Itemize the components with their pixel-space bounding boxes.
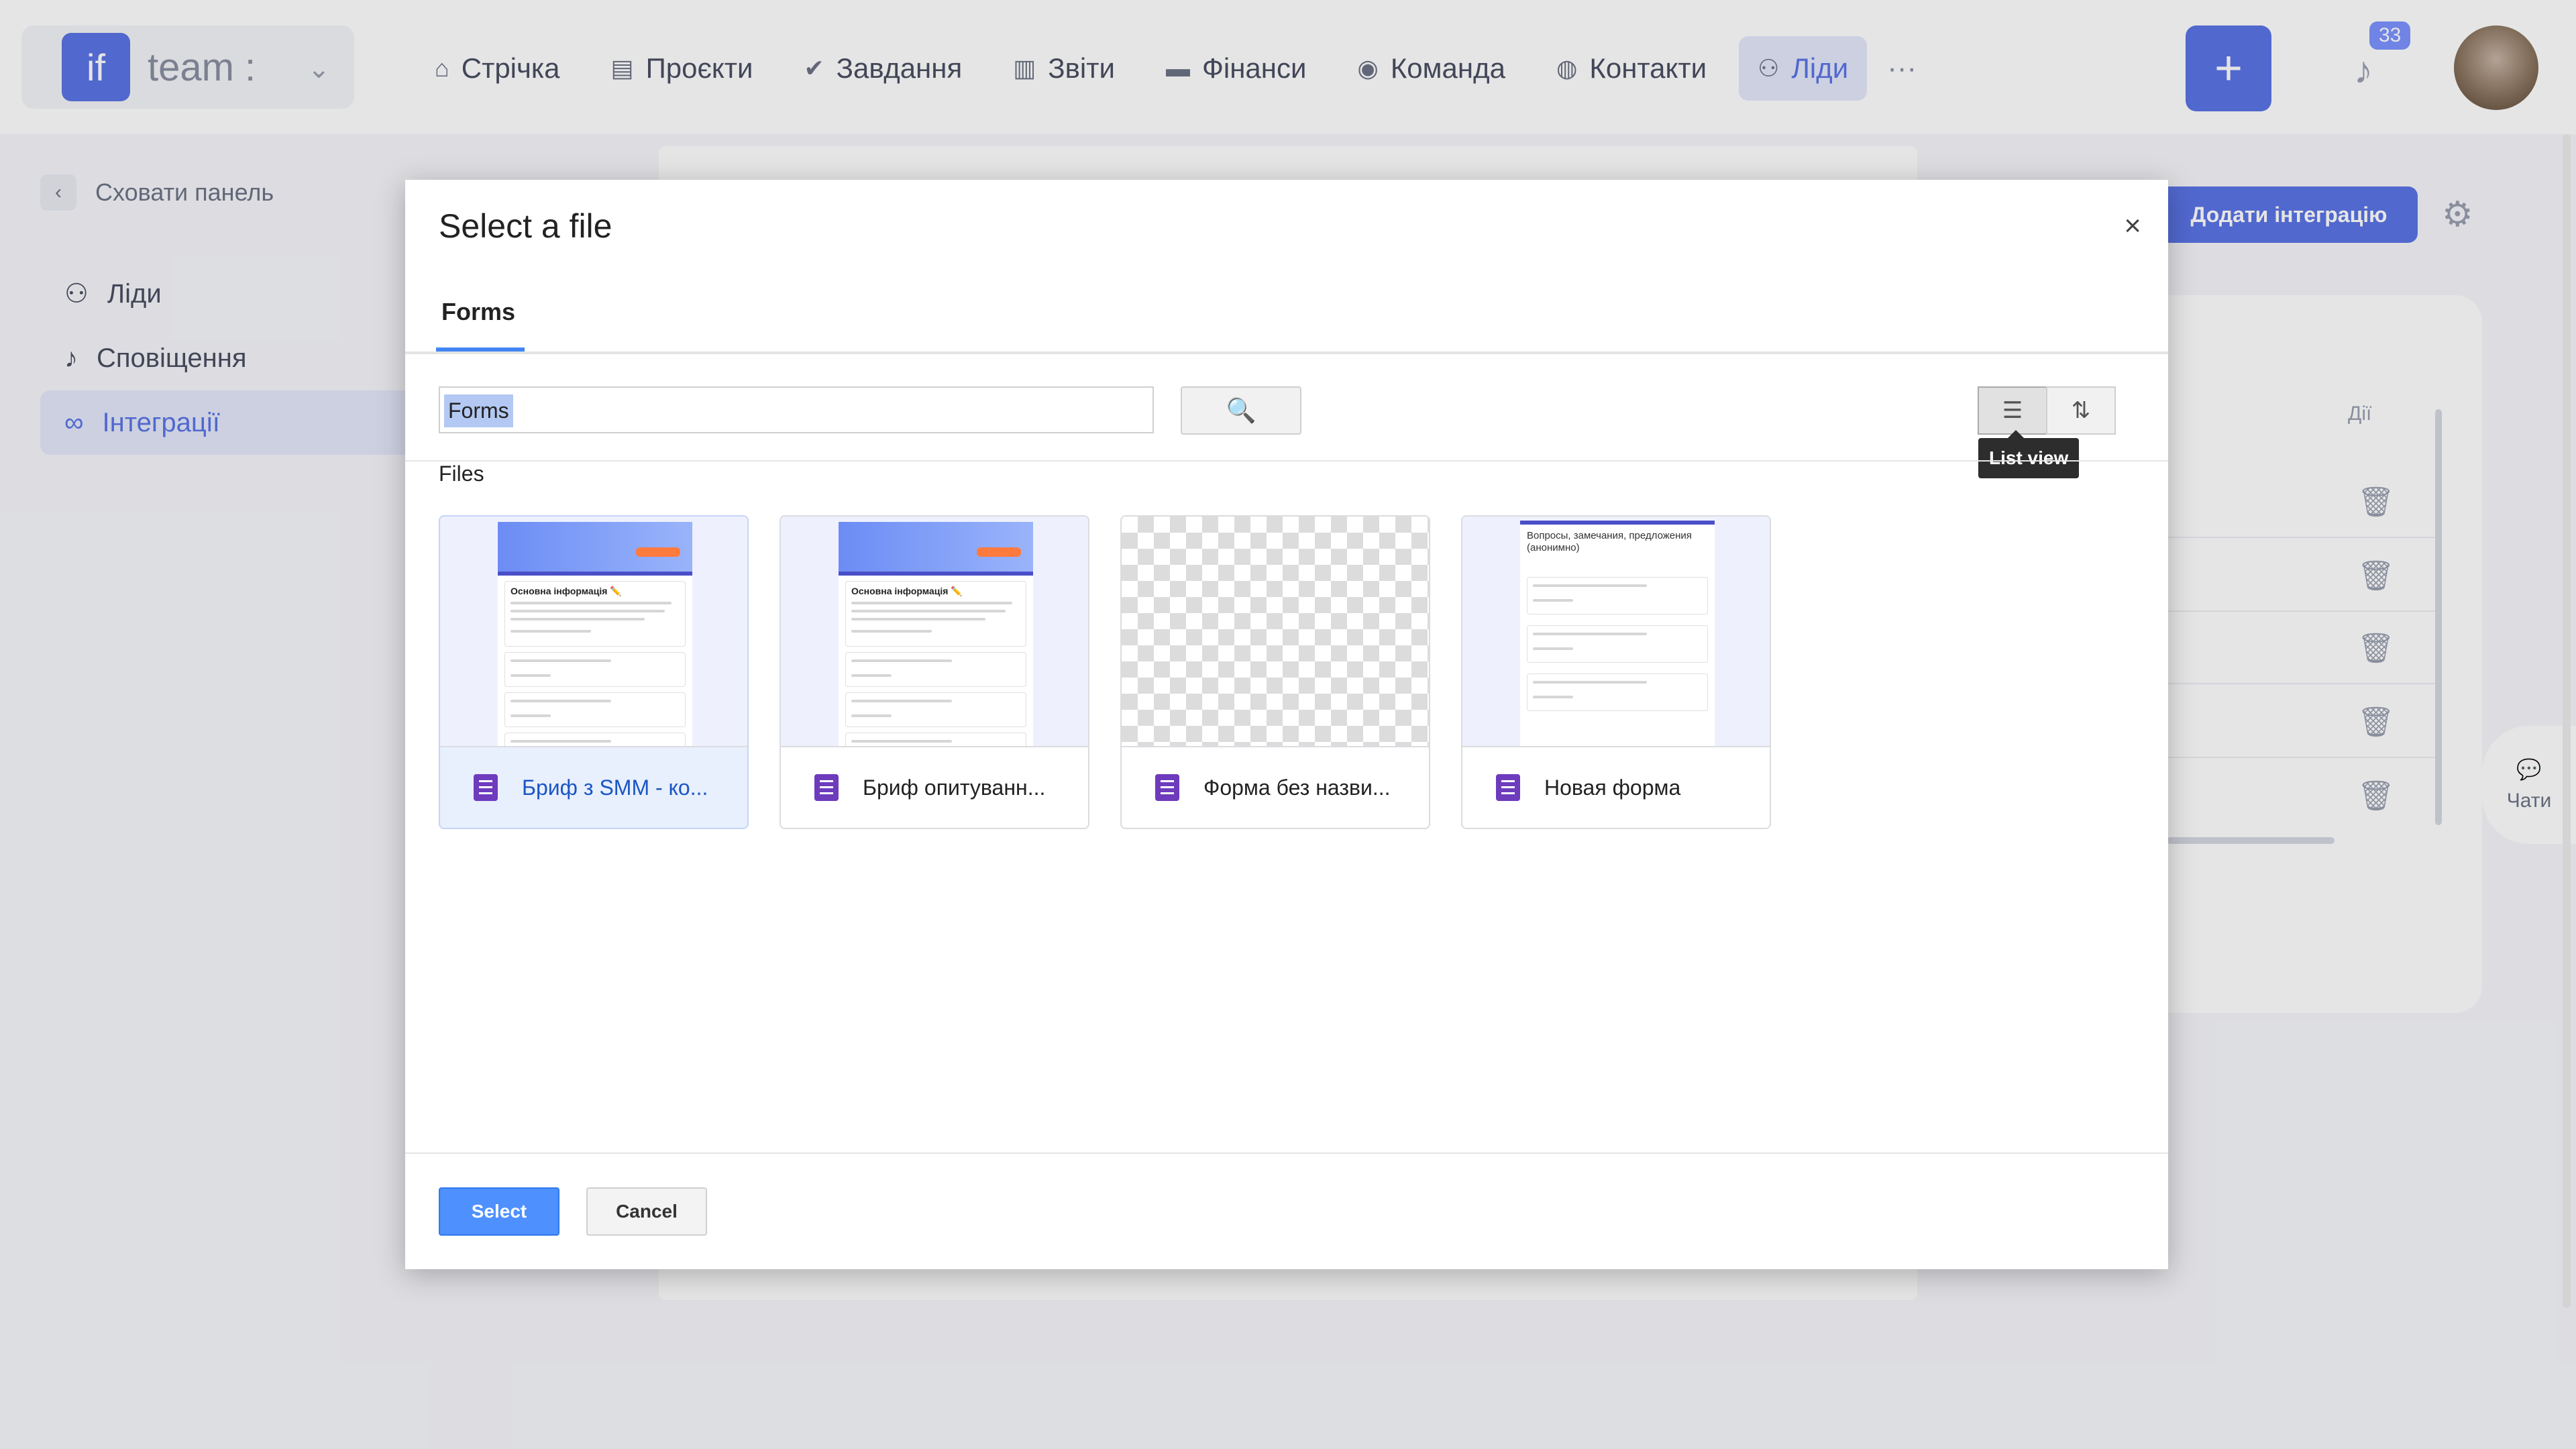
form-header-bar: [839, 572, 1033, 576]
thumb-line: [511, 618, 645, 621]
form-preview: Вопросы, замечания, предложения (анонимн…: [1520, 521, 1715, 746]
thumb-line: [851, 618, 985, 621]
form-banner: [498, 522, 692, 572]
list-view-icon: ☰: [2002, 398, 2023, 423]
form-section: Основна інформація ✏️: [845, 581, 1026, 647]
thumb-line: [851, 659, 952, 662]
file-card[interactable]: Форма без назви...: [1120, 515, 1430, 829]
form-question: [1527, 625, 1708, 663]
list-view-button[interactable]: ☰: [1978, 386, 2047, 435]
form-preview: Основна інформація ✏️: [498, 522, 692, 746]
file-card[interactable]: Основна інформація ✏️ Бриф опитуванн...: [780, 515, 1089, 829]
form-header-bar: [498, 572, 692, 576]
search-button[interactable]: 🔍: [1181, 386, 1301, 435]
file-card-footer: Бриф опитуванн...: [781, 746, 1088, 828]
thumb-line: [851, 740, 952, 743]
footer-divider: [405, 1152, 2168, 1154]
form-banner-tag: [636, 547, 680, 557]
form-question: [504, 692, 686, 727]
file-picker-dialog: Select a file × Forms Forms 🔍 ☰ ⇅ List v…: [405, 180, 2168, 1269]
search-input-value: Forms: [444, 394, 513, 427]
form-section: Основна інформація ✏️: [504, 581, 686, 647]
thumb-line: [1533, 681, 1647, 684]
file-thumbnail: [1122, 517, 1429, 747]
form-section-title: Основна інформація ✏️: [851, 586, 963, 596]
cancel-button[interactable]: Cancel: [586, 1187, 707, 1236]
thumb-line: [511, 740, 611, 743]
file-card[interactable]: Вопросы, замечания, предложения (анонимн…: [1461, 515, 1771, 829]
file-thumbnail: Основна інформація ✏️: [440, 517, 747, 747]
files-section-label: Files: [439, 462, 484, 486]
file-card[interactable]: Основна інформація ✏️ Бриф з SMM - ко...: [439, 515, 749, 829]
thumb-line: [851, 602, 1012, 604]
google-forms-icon: [814, 774, 839, 801]
form-question: [845, 652, 1026, 687]
sort-button[interactable]: ⇅: [2046, 386, 2116, 435]
dialog-title: Select a file: [439, 207, 612, 245]
file-thumbnail: Вопросы, замечания, предложения (анонимн…: [1462, 517, 1770, 747]
thumb-line: [1533, 584, 1647, 587]
thumb-line: [511, 610, 665, 612]
form-question: [504, 652, 686, 687]
search-input[interactable]: Forms: [439, 386, 1154, 433]
form-question: [1527, 674, 1708, 711]
google-forms-icon: [1155, 774, 1179, 801]
thumb-line: [511, 659, 611, 662]
form-question: [504, 733, 686, 746]
form-banner-tag: [977, 547, 1021, 557]
thumb-line: [511, 630, 591, 633]
toolbar-divider: [405, 460, 2168, 462]
file-name: Бриф з SMM - ко...: [522, 775, 708, 800]
thumb-line: [511, 700, 611, 702]
google-forms-icon: [474, 774, 498, 801]
thumb-line: [851, 700, 952, 702]
thumb-line: [511, 602, 672, 604]
form-banner: [839, 522, 1033, 572]
form-preview-title: Вопросы, замечания, предложения (анонимн…: [1527, 530, 1692, 553]
thumb-line: [1533, 633, 1647, 635]
thumb-line: [851, 610, 1006, 612]
file-grid: Основна інформація ✏️ Бриф з SMM - ко... О…: [439, 515, 1771, 829]
select-button[interactable]: Select: [439, 1187, 559, 1236]
search-icon: 🔍: [1226, 396, 1256, 424]
file-name: Форма без назви...: [1203, 775, 1391, 800]
thumb-line: [1533, 696, 1573, 698]
file-card-footer: Бриф з SMM - ко...: [440, 746, 747, 828]
form-question: [845, 733, 1026, 746]
tabs-divider: [405, 352, 2168, 354]
thumb-line: [511, 714, 551, 717]
file-name: Новая форма: [1544, 775, 1681, 800]
file-name: Бриф опитуванн...: [863, 775, 1046, 800]
form-question: [1527, 577, 1708, 614]
form-question: [845, 692, 1026, 727]
thumb-line: [851, 674, 892, 677]
thumb-line: [851, 714, 892, 717]
list-view-tooltip: List view: [1978, 430, 2080, 478]
thumb-line: [851, 630, 932, 633]
form-section-title: Основна інформація ✏️: [511, 586, 622, 596]
form-preview: Основна інформація ✏️: [839, 522, 1033, 746]
file-thumbnail: Основна інформація ✏️: [781, 517, 1088, 747]
google-forms-icon: [1496, 774, 1520, 801]
thumb-line: [1533, 599, 1573, 602]
thumb-line: [1533, 647, 1573, 650]
file-card-footer: Форма без назви...: [1122, 746, 1429, 828]
thumb-line: [511, 674, 551, 677]
sort-az-icon: ⇅: [2071, 398, 2091, 423]
file-card-footer: Новая форма: [1462, 746, 1770, 828]
close-icon[interactable]: ×: [2124, 209, 2141, 243]
tab-forms[interactable]: Forms: [441, 298, 515, 326]
